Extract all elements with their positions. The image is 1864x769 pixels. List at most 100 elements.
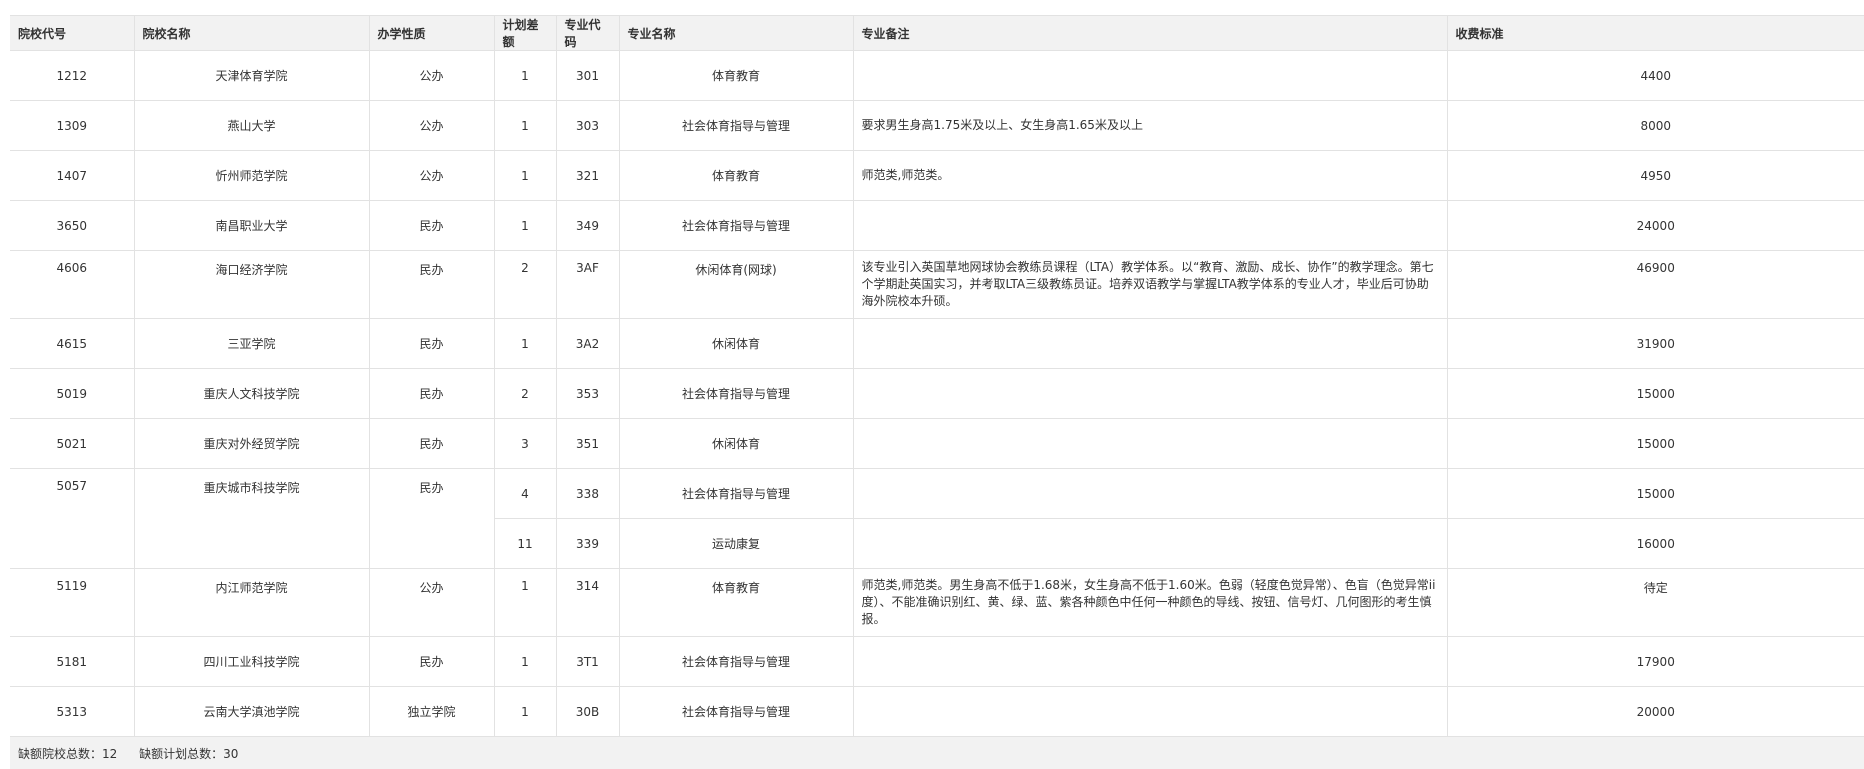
cell-fee: 24000	[1447, 201, 1864, 251]
cell-major-note	[853, 319, 1447, 369]
cell-fee: 15000	[1447, 369, 1864, 419]
cell-school-code: 1407	[10, 151, 134, 201]
summary-plans: 缺额计划总数：30	[139, 747, 238, 761]
cell-major-name: 体育教育	[619, 569, 853, 637]
cell-plan-diff: 11	[494, 519, 556, 569]
cell-school-type: 民办	[369, 419, 494, 469]
cell-plan-diff: 1	[494, 51, 556, 101]
cell-major-note: 要求男生身高1.75米及以上、女生身高1.65米及以上	[853, 101, 1447, 151]
cell-school-code: 5119	[10, 569, 134, 637]
header-row: 院校代号 院校名称 办学性质 计划差额 专业代码 专业名称 专业备注 收费标准	[10, 16, 1864, 51]
header-school-type[interactable]: 办学性质	[369, 16, 494, 51]
cell-fee: 16000	[1447, 519, 1864, 569]
header-fee[interactable]: 收费标准	[1447, 16, 1864, 51]
cell-school-type: 民办	[369, 637, 494, 687]
cell-fee: 待定	[1447, 569, 1864, 637]
cell-fee: 20000	[1447, 687, 1864, 737]
cell-school-type: 民办	[369, 369, 494, 419]
cell-school-code: 5181	[10, 637, 134, 687]
table-row: 1212 天津体育学院 公办 1 301 体育教育 4400	[10, 51, 1864, 101]
header-major-code[interactable]: 专业代码	[556, 16, 619, 51]
cell-major-note	[853, 369, 1447, 419]
cell-school-name: 重庆人文科技学院	[134, 369, 369, 419]
cell-major-code: 351	[556, 419, 619, 469]
cell-plan-diff: 3	[494, 419, 556, 469]
cell-major-name: 社会体育指导与管理	[619, 201, 853, 251]
header-major-note[interactable]: 专业备注	[853, 16, 1447, 51]
cell-school-code: 5021	[10, 419, 134, 469]
cell-major-code: 301	[556, 51, 619, 101]
cell-major-note	[853, 687, 1447, 737]
cell-school-code: 5019	[10, 369, 134, 419]
cell-fee: 4950	[1447, 151, 1864, 201]
cell-plan-diff: 1	[494, 637, 556, 687]
cell-major-name: 体育教育	[619, 151, 853, 201]
cell-major-code: 303	[556, 101, 619, 151]
cell-plan-diff: 1	[494, 569, 556, 637]
cell-school-code: 5057	[10, 469, 134, 569]
cell-plan-diff: 1	[494, 151, 556, 201]
cell-fee: 17900	[1447, 637, 1864, 687]
cell-school-name: 燕山大学	[134, 101, 369, 151]
results-table-container: 院校代号 院校名称 办学性质 计划差额 专业代码 专业名称 专业备注 收费标准 …	[10, 15, 1864, 769]
cell-school-type: 公办	[369, 101, 494, 151]
table-row: 5313 云南大学滇池学院 独立学院 1 30B 社会体育指导与管理 20000	[10, 687, 1864, 737]
cell-major-code: 349	[556, 201, 619, 251]
cell-school-code: 1212	[10, 51, 134, 101]
cell-major-code: 353	[556, 369, 619, 419]
cell-major-note	[853, 51, 1447, 101]
header-plan-diff[interactable]: 计划差额	[494, 16, 556, 51]
cell-plan-diff: 1	[494, 687, 556, 737]
table-row: 4615 三亚学院 民办 1 3A2 休闲体育 31900	[10, 319, 1864, 369]
cell-school-name: 南昌职业大学	[134, 201, 369, 251]
cell-major-name: 社会体育指导与管理	[619, 101, 853, 151]
cell-major-note: 师范类,师范类。	[853, 151, 1447, 201]
summary-plans-label: 缺额计划总数：	[139, 747, 223, 761]
summary-schools-value: 12	[102, 747, 117, 761]
cell-school-name: 内江师范学院	[134, 569, 369, 637]
cell-school-type: 民办	[369, 201, 494, 251]
cell-major-code: 339	[556, 519, 619, 569]
cell-major-code: 3A2	[556, 319, 619, 369]
cell-major-note	[853, 469, 1447, 519]
cell-fee: 8000	[1447, 101, 1864, 151]
cell-plan-diff: 2	[494, 369, 556, 419]
summary-cell: 缺额院校总数：12 缺额计划总数：30	[10, 737, 1864, 769]
cell-major-code: 338	[556, 469, 619, 519]
cell-major-name: 社会体育指导与管理	[619, 369, 853, 419]
summary-row: 缺额院校总数：12 缺额计划总数：30	[10, 737, 1864, 769]
cell-plan-diff: 2	[494, 251, 556, 319]
cell-major-code: 321	[556, 151, 619, 201]
cell-major-code: 314	[556, 569, 619, 637]
cell-school-type: 公办	[369, 51, 494, 101]
cell-major-note: 师范类,师范类。男生身高不低于1.68米，女生身高不低于1.60米。色弱（轻度色…	[853, 569, 1447, 637]
cell-fee: 4400	[1447, 51, 1864, 101]
cell-major-code: 3AF	[556, 251, 619, 319]
header-school-code[interactable]: 院校代号	[10, 16, 134, 51]
header-school-name[interactable]: 院校名称	[134, 16, 369, 51]
cell-school-type: 独立学院	[369, 687, 494, 737]
cell-school-type: 民办	[369, 319, 494, 369]
cell-fee: 31900	[1447, 319, 1864, 369]
cell-fee: 15000	[1447, 469, 1864, 519]
cell-major-name: 社会体育指导与管理	[619, 637, 853, 687]
cell-school-code: 4606	[10, 251, 134, 319]
cell-school-type: 公办	[369, 151, 494, 201]
cell-major-name: 社会体育指导与管理	[619, 687, 853, 737]
cell-fee: 46900	[1447, 251, 1864, 319]
cell-school-code: 5313	[10, 687, 134, 737]
cell-school-name: 重庆城市科技学院	[134, 469, 369, 569]
header-major-name[interactable]: 专业名称	[619, 16, 853, 51]
cell-plan-diff: 1	[494, 101, 556, 151]
cell-school-name: 四川工业科技学院	[134, 637, 369, 687]
cell-major-note	[853, 419, 1447, 469]
cell-major-code: 3T1	[556, 637, 619, 687]
cell-school-name: 海口经济学院	[134, 251, 369, 319]
cell-major-name: 体育教育	[619, 51, 853, 101]
cell-school-type: 民办	[369, 469, 494, 569]
cell-major-name: 休闲体育	[619, 419, 853, 469]
cell-plan-diff: 1	[494, 319, 556, 369]
table-row: 1407 忻州师范学院 公办 1 321 体育教育 师范类,师范类。 4950	[10, 151, 1864, 201]
cell-school-code: 1309	[10, 101, 134, 151]
table-row: 5019 重庆人文科技学院 民办 2 353 社会体育指导与管理 15000	[10, 369, 1864, 419]
